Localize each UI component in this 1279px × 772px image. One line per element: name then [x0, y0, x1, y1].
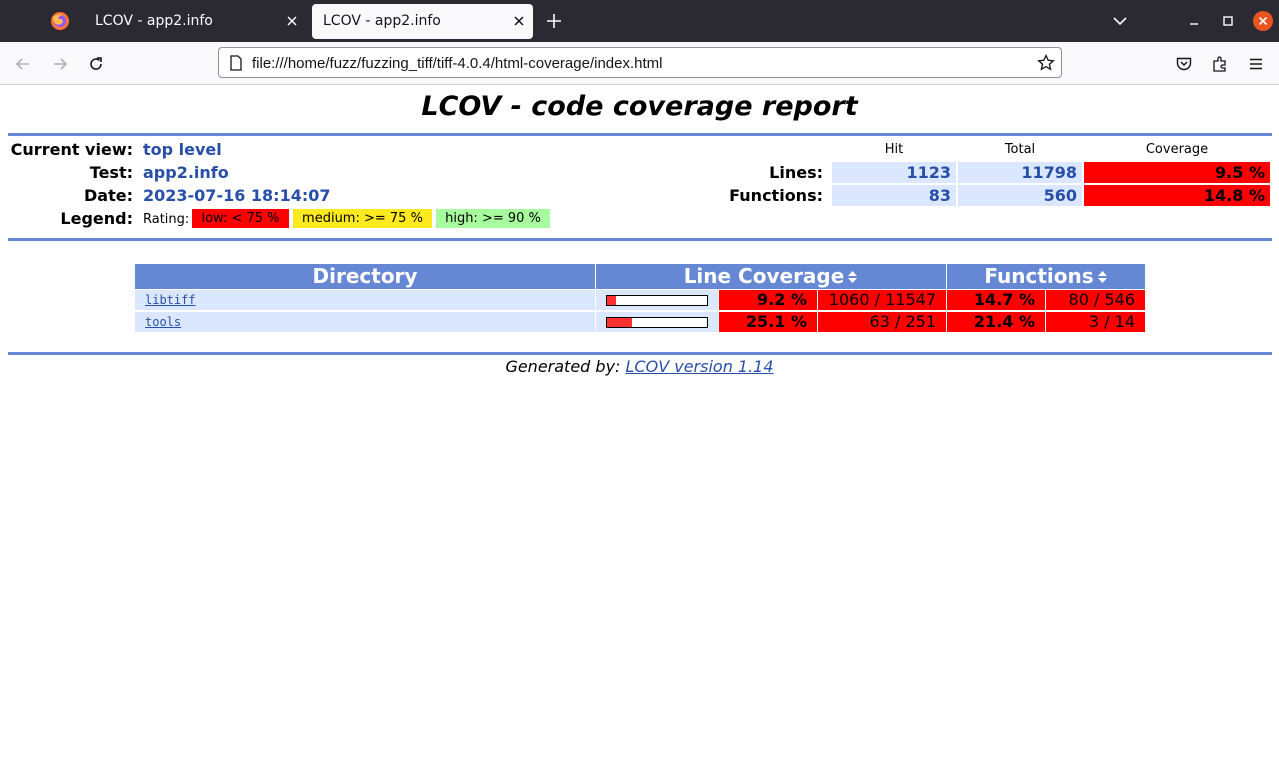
page-content: LCOV - code coverage report Current view…	[0, 85, 1279, 772]
divider	[8, 238, 1272, 241]
col-functions-label: Functions	[984, 264, 1094, 288]
col-line-coverage-label: Line Coverage	[683, 264, 845, 288]
tab-inactive[interactable]: LCOV - app2.info	[84, 4, 306, 39]
col-coverage: Coverage	[1145, 142, 1209, 157]
tab-active[interactable]: LCOV - app2.info	[312, 4, 533, 39]
maximize-icon[interactable]	[1220, 13, 1236, 29]
function-coverage-ratio: 80 / 546	[1046, 290, 1145, 310]
coverage-bar-frame	[606, 295, 708, 306]
test-value: app2.info	[143, 163, 229, 182]
current-view-value: top level	[143, 140, 222, 159]
navigation-bar: file:///home/fuzz/fuzzing_tiff/tiff-4.0.…	[0, 42, 1279, 85]
directory-link-libtiff[interactable]: libtiff	[145, 293, 196, 307]
close-icon[interactable]	[284, 13, 300, 29]
divider	[8, 133, 1272, 136]
line-coverage-ratio: 63 / 251	[818, 312, 946, 332]
test-label: Test:	[89, 163, 133, 182]
tab-bar: LCOV - app2.info LCOV - app2.info	[0, 0, 1279, 42]
tab-title: LCOV - app2.info	[323, 13, 441, 29]
generated-by-label: Generated by:	[505, 357, 621, 376]
col-directory-label: Directory	[312, 264, 418, 288]
col-total: Total	[1004, 142, 1036, 157]
col-hit: Hit	[884, 142, 904, 157]
coverage-bar	[596, 312, 718, 332]
coverage-bar	[596, 290, 718, 310]
legend-high: high: >= 90 %	[436, 209, 550, 228]
table-row: libtiff	[135, 290, 595, 310]
table-row: tools	[135, 312, 595, 332]
functions-hit: 83	[832, 185, 956, 206]
functions-label: Functions:	[729, 186, 823, 205]
page-title: LCOV - code coverage report	[421, 91, 858, 122]
star-icon[interactable]	[1037, 54, 1055, 72]
functions-total: 560	[958, 185, 1082, 206]
line-coverage-percent: 9.2 %	[719, 290, 817, 310]
lines-hit: 1123	[832, 162, 956, 183]
pocket-icon[interactable]	[1175, 55, 1193, 73]
col-line-coverage[interactable]: Line Coverage	[596, 264, 946, 289]
extensions-icon[interactable]	[1211, 55, 1229, 73]
footer: Generated by: LCOV version 1.14	[0, 357, 1279, 376]
page-icon	[230, 55, 242, 71]
function-coverage-percent: 14.7 %	[947, 290, 1045, 310]
back-arrow-icon[interactable]	[14, 55, 32, 73]
functions-coverage: 14.8 %	[1084, 185, 1270, 206]
lcov-version-link[interactable]: LCOV version 1.14	[626, 357, 774, 376]
firefox-logo[interactable]	[50, 11, 70, 31]
reload-icon[interactable]	[87, 55, 105, 73]
function-coverage-ratio: 3 / 14	[1046, 312, 1145, 332]
sort-icon[interactable]	[1097, 270, 1108, 284]
window-close-icon[interactable]	[1253, 11, 1273, 31]
close-icon[interactable]	[511, 13, 527, 29]
line-coverage-percent: 25.1 %	[719, 312, 817, 332]
chevron-down-icon[interactable]	[1112, 13, 1128, 29]
current-view-label: Current view:	[10, 140, 133, 159]
rating-label: Rating:	[143, 212, 190, 227]
plus-icon[interactable]	[545, 12, 563, 30]
coverage-bar-frame	[606, 317, 708, 328]
url-text[interactable]: file:///home/fuzz/fuzzing_tiff/tiff-4.0.…	[252, 55, 662, 72]
lines-label: Lines:	[769, 163, 823, 182]
directory-link-tools[interactable]: tools	[145, 315, 181, 329]
coverage-bar-fill	[607, 296, 617, 305]
date-label: Date:	[84, 186, 133, 205]
sort-icon[interactable]	[847, 270, 858, 284]
menu-icon[interactable]	[1247, 55, 1265, 73]
function-coverage-percent: 21.4 %	[947, 312, 1045, 332]
divider	[8, 352, 1272, 355]
coverage-bar-fill	[607, 318, 633, 327]
col-functions[interactable]: Functions	[947, 264, 1145, 289]
line-coverage-ratio: 1060 / 11547	[818, 290, 946, 310]
lines-coverage: 9.5 %	[1084, 162, 1270, 183]
forward-arrow-icon[interactable]	[51, 55, 69, 73]
minimize-icon[interactable]	[1186, 13, 1202, 29]
tab-title: LCOV - app2.info	[95, 13, 213, 29]
legend-label: Legend:	[60, 209, 133, 228]
lines-total: 11798	[958, 162, 1082, 183]
legend-low: low: < 75 %	[192, 209, 289, 228]
date-value: 2023-07-16 18:14:07	[143, 186, 331, 205]
legend-medium: medium: >= 75 %	[293, 209, 432, 228]
col-directory: Directory	[135, 264, 595, 289]
url-bar[interactable]: file:///home/fuzz/fuzzing_tiff/tiff-4.0.…	[218, 47, 1062, 78]
